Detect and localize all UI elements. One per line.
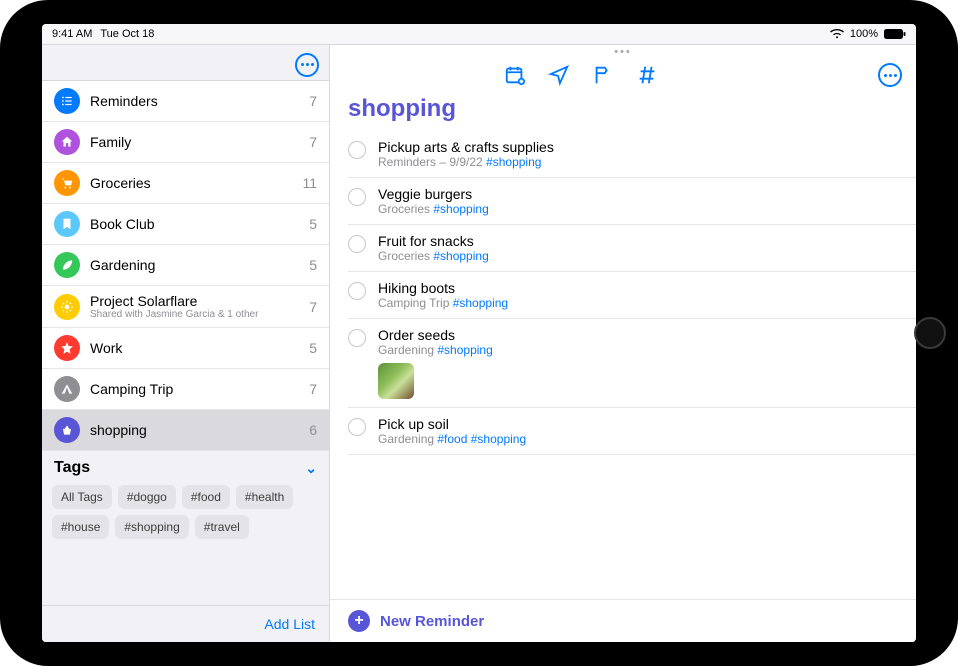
reminder-row[interactable]: Order seedsGardening #shopping	[348, 319, 916, 408]
list-name: Reminders	[90, 93, 299, 109]
reminder-subtitle: Groceries #shopping	[378, 202, 906, 216]
status-date: Tue Oct 18	[100, 28, 154, 40]
screen: 9:41 AM Tue Oct 18 100%	[42, 24, 916, 642]
sidebar-list-camping-trip[interactable]: Camping Trip 7	[42, 369, 329, 410]
list-count: 5	[309, 257, 317, 273]
list-count: 11	[302, 175, 317, 191]
list-subtitle: Shared with Jasmine Garcia & 1 other	[90, 309, 299, 320]
list-name: Work	[90, 340, 299, 356]
list-name: Project Solarflare	[90, 293, 299, 309]
home-button[interactable]	[914, 317, 946, 349]
reminder-title: Pickup arts & crafts supplies	[378, 139, 906, 155]
complete-toggle[interactable]	[348, 141, 366, 159]
cart-icon	[54, 170, 80, 196]
reminder-title: Hiking boots	[378, 280, 906, 296]
sidebar-list-reminders[interactable]: Reminders 7	[42, 81, 329, 122]
main-more-button[interactable]	[878, 63, 902, 87]
reminder-title: Veggie burgers	[378, 186, 906, 202]
location-icon[interactable]	[548, 64, 570, 86]
list-name: Camping Trip	[90, 381, 299, 397]
hashtag-icon[interactable]	[636, 64, 658, 86]
wifi-icon	[830, 29, 844, 39]
reminder-row[interactable]: Fruit for snacksGroceries #shopping	[348, 225, 916, 272]
reminder-row[interactable]: Pick up soilGardening #food #shopping	[348, 408, 916, 455]
basket-icon	[54, 417, 80, 443]
list-count: 7	[309, 134, 317, 150]
list-count: 7	[309, 93, 317, 109]
sidebar-list-gardening[interactable]: Gardening 5	[42, 245, 329, 286]
tag-chip[interactable]: #travel	[195, 515, 249, 539]
complete-toggle[interactable]	[348, 418, 366, 436]
reminder-subtitle: Gardening #food #shopping	[378, 432, 906, 446]
list-count: 7	[309, 299, 317, 315]
battery-icon	[884, 29, 906, 39]
tags-container: All Tags#doggo#food#health #house#shoppin…	[42, 481, 329, 549]
star-icon	[54, 335, 80, 361]
lists-container: Reminders7Family7Groceries11Book Club5Ga…	[42, 81, 329, 451]
list-name: Book Club	[90, 216, 299, 232]
sidebar-list-groceries[interactable]: Groceries 11	[42, 163, 329, 204]
reminder-row[interactable]: Veggie burgersGroceries #shopping	[348, 178, 916, 225]
tag-chip[interactable]: #house	[52, 515, 109, 539]
grab-handle-icon[interactable]: •••	[614, 46, 632, 58]
battery-percent: 100%	[850, 28, 878, 40]
reminder-row[interactable]: Pickup arts & crafts suppliesReminders –…	[348, 131, 916, 178]
tag-chip[interactable]: All Tags	[52, 485, 112, 509]
ipad-device-frame: 9:41 AM Tue Oct 18 100%	[0, 0, 958, 666]
tent-icon	[54, 376, 80, 402]
tags-title: Tags	[54, 459, 90, 477]
list-name: Gardening	[90, 257, 299, 273]
calendar-add-icon[interactable]	[504, 64, 526, 86]
reminder-title: Order seeds	[378, 327, 906, 343]
sun-icon	[54, 294, 80, 320]
complete-toggle[interactable]	[348, 188, 366, 206]
list-count: 5	[309, 216, 317, 232]
complete-toggle[interactable]	[348, 282, 366, 300]
page-title: shopping	[330, 91, 916, 131]
add-list-button[interactable]: Add List	[264, 616, 315, 632]
complete-toggle[interactable]	[348, 235, 366, 253]
list-count: 6	[309, 422, 317, 438]
sidebar-list-work[interactable]: Work 5	[42, 328, 329, 369]
reminder-subtitle: Camping Trip #shopping	[378, 296, 906, 310]
tag-chip[interactable]: #health	[236, 485, 293, 509]
tag-chip[interactable]: #food	[182, 485, 230, 509]
list-name: Family	[90, 134, 299, 150]
list-name: Groceries	[90, 175, 292, 191]
reminder-subtitle: Gardening #shopping	[378, 343, 906, 357]
reminders-list: Pickup arts & crafts suppliesReminders –…	[330, 131, 916, 599]
tags-header[interactable]: Tags ⌄	[42, 451, 329, 481]
status-time: 9:41 AM	[52, 28, 92, 40]
main-panel: •••	[330, 45, 916, 642]
list-count: 5	[309, 340, 317, 356]
plus-circle-icon: +	[348, 610, 370, 632]
reminder-title: Fruit for snacks	[378, 233, 906, 249]
new-reminder-button[interactable]: + New Reminder	[330, 599, 916, 642]
home-icon	[54, 129, 80, 155]
sidebar-list-family[interactable]: Family 7	[42, 122, 329, 163]
sidebar-list-project-solarflare[interactable]: Project SolarflareShared with Jasmine Ga…	[42, 286, 329, 328]
list-name: shopping	[90, 422, 299, 438]
tag-chip[interactable]: #shopping	[115, 515, 188, 539]
flag-icon[interactable]	[592, 64, 614, 86]
attachment-thumbnail[interactable]	[378, 363, 414, 399]
reminder-row[interactable]: Hiking bootsCamping Trip #shopping	[348, 272, 916, 319]
list-count: 7	[309, 381, 317, 397]
sidebar-more-button[interactable]	[295, 53, 319, 77]
reminder-title: Pick up soil	[378, 416, 906, 432]
bookmark-icon	[54, 211, 80, 237]
sidebar-list-shopping[interactable]: shopping 6	[42, 410, 329, 451]
sidebar-list-book-club[interactable]: Book Club 5	[42, 204, 329, 245]
list-icon	[54, 88, 80, 114]
reminder-subtitle: Groceries #shopping	[378, 249, 906, 263]
status-bar: 9:41 AM Tue Oct 18 100%	[42, 24, 916, 44]
chevron-down-icon: ⌄	[305, 460, 317, 477]
reminder-subtitle: Reminders – 9/9/22 #shopping	[378, 155, 906, 169]
tag-chip[interactable]: #doggo	[118, 485, 176, 509]
leaf-icon	[54, 252, 80, 278]
new-reminder-label: New Reminder	[380, 613, 484, 630]
complete-toggle[interactable]	[348, 329, 366, 347]
sidebar: Reminders7Family7Groceries11Book Club5Ga…	[42, 45, 330, 642]
